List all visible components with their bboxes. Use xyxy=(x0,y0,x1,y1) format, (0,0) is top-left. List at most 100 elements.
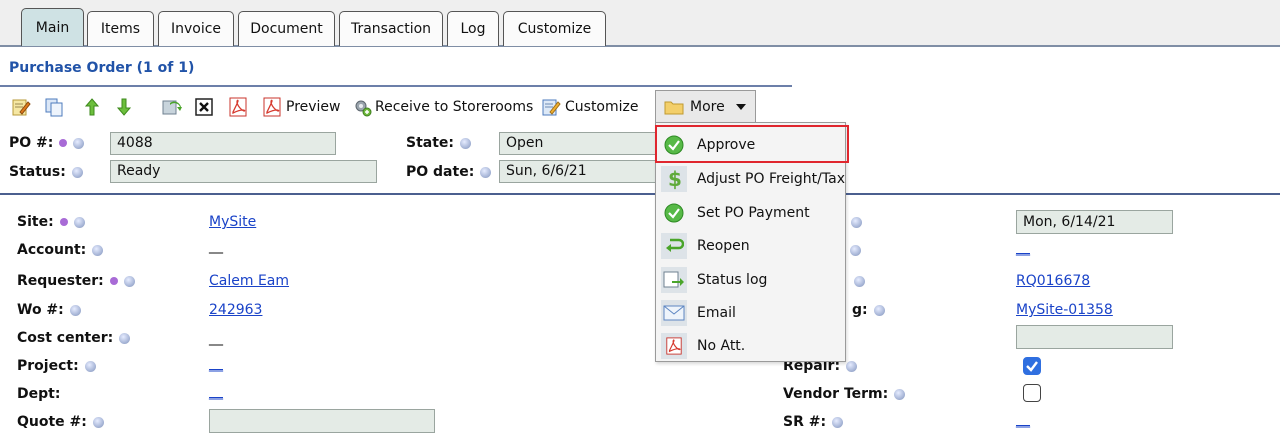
right-row4-label: g: xyxy=(852,302,885,318)
tab-log[interactable]: Log xyxy=(447,11,499,46)
tab-invoice[interactable]: Invoice xyxy=(158,11,234,46)
requester-link[interactable]: Calem Eam xyxy=(209,273,289,289)
project-label: Project: xyxy=(17,358,96,374)
help-icon[interactable] xyxy=(71,166,83,178)
po-number-field[interactable]: 4088 xyxy=(110,132,336,155)
more-dropdown-button[interactable]: More xyxy=(655,90,756,122)
state-label: State: xyxy=(406,135,472,151)
repair-checkbox[interactable] xyxy=(1023,357,1041,375)
receive-to-storerooms-button[interactable]: Receive to Storerooms xyxy=(353,94,533,120)
menu-item-label: Status log xyxy=(697,271,768,288)
date-field[interactable]: Mon, 6/14/21 xyxy=(1016,210,1173,234)
pdf-icon xyxy=(263,97,281,117)
menu-item-status-log[interactable]: Status log xyxy=(656,263,845,296)
help-icon[interactable] xyxy=(92,416,104,428)
edit-icon xyxy=(542,99,561,116)
state-field[interactable]: Open xyxy=(499,132,656,155)
customize-button[interactable]: Customize xyxy=(541,94,639,120)
menu-item-approve[interactable]: Approve xyxy=(656,128,845,161)
sr-number-label: SR #: xyxy=(783,414,844,430)
help-icon[interactable] xyxy=(92,244,104,256)
edit-button[interactable] xyxy=(11,94,31,120)
gear-icon xyxy=(355,100,372,117)
menu-item-label: Email xyxy=(697,304,736,321)
arrow-up-icon xyxy=(84,98,100,116)
help-icon[interactable] xyxy=(73,137,85,149)
preview-button[interactable]: Preview xyxy=(262,94,341,120)
pdf-button[interactable] xyxy=(228,94,248,120)
help-icon[interactable] xyxy=(873,304,885,316)
move-up-button[interactable] xyxy=(82,94,102,120)
menu-item-label: Reopen xyxy=(697,237,750,254)
customize-label: Customize xyxy=(565,99,639,115)
help-icon[interactable] xyxy=(849,244,861,256)
copy-button[interactable] xyxy=(44,94,64,120)
wo-number-link[interactable]: 242963 xyxy=(209,302,262,318)
right-row2-link[interactable]: __ xyxy=(1016,240,1030,256)
site-code-link[interactable]: MySite-01358 xyxy=(1016,302,1113,318)
help-icon[interactable] xyxy=(73,216,85,228)
help-icon[interactable] xyxy=(854,275,865,287)
tab-main[interactable]: Main xyxy=(21,8,84,46)
page-title: Purchase Order (1 of 1) xyxy=(9,60,195,76)
help-icon[interactable] xyxy=(832,416,844,428)
tab-document[interactable]: Document xyxy=(238,11,335,46)
menu-item-label: Approve xyxy=(697,136,756,153)
menu-item-email[interactable]: Email xyxy=(656,296,845,329)
pdf-icon xyxy=(661,332,687,359)
vendor-term-checkbox[interactable] xyxy=(1023,384,1041,402)
menu-item-label: No Att. xyxy=(697,337,746,354)
svg-text:$: $ xyxy=(668,168,682,190)
close-icon xyxy=(195,98,213,116)
help-icon[interactable] xyxy=(119,332,131,344)
copy-icon xyxy=(45,98,63,117)
quote-number-field[interactable] xyxy=(209,409,435,433)
po-date-label: PO date: xyxy=(406,164,492,180)
po-number-label: PO #: xyxy=(9,135,85,151)
project-link[interactable]: __ xyxy=(209,356,223,372)
help-icon[interactable] xyxy=(480,166,492,178)
folder-icon xyxy=(664,101,684,114)
site-link[interactable]: MySite xyxy=(209,214,256,230)
menu-item-reopen[interactable]: Reopen xyxy=(656,229,845,262)
tab-items[interactable]: Items xyxy=(87,11,154,46)
move-down-button[interactable] xyxy=(114,94,134,120)
requisition-link[interactable]: RQ016678 xyxy=(1016,273,1090,289)
more-label: More xyxy=(690,98,725,115)
tab-transaction[interactable]: Transaction xyxy=(339,11,443,46)
required-icon xyxy=(59,218,68,226)
refresh-icon xyxy=(162,100,182,115)
help-icon[interactable] xyxy=(460,137,472,149)
dept-label: Dept: xyxy=(17,386,61,402)
status-field[interactable]: Ready xyxy=(110,160,377,183)
help-icon[interactable] xyxy=(69,304,81,316)
po-date-field[interactable]: Sun, 6/6/21 xyxy=(499,160,656,183)
receive-label: Receive to Storerooms xyxy=(375,99,534,115)
edit-icon xyxy=(12,99,31,116)
site-label: Site: xyxy=(17,214,85,230)
menu-item-no-att[interactable]: No Att. xyxy=(656,329,845,362)
help-icon[interactable] xyxy=(123,275,135,287)
dollar-icon: $ xyxy=(661,165,687,192)
required-icon xyxy=(59,139,68,147)
menu-item-set-po-payment[interactable]: Set PO Payment xyxy=(656,196,845,229)
help-icon[interactable] xyxy=(84,360,96,372)
right-empty-field[interactable] xyxy=(1016,325,1173,349)
section-divider xyxy=(0,193,1280,195)
refresh-button[interactable] xyxy=(162,94,182,120)
quote-number-label: Quote #: xyxy=(17,414,104,430)
tab-customize[interactable]: Customize xyxy=(503,11,606,46)
arrow-down-icon xyxy=(116,98,132,116)
required-icon xyxy=(109,277,118,285)
help-icon[interactable] xyxy=(851,216,863,228)
menu-item-adjust-po-freight-tax[interactable]: $ Adjust PO Freight/Tax xyxy=(656,162,845,195)
preview-label: Preview xyxy=(286,99,341,115)
delete-button[interactable] xyxy=(194,94,214,120)
chevron-down-icon xyxy=(735,103,746,110)
status-label: Status: xyxy=(9,164,83,180)
dept-link[interactable]: __ xyxy=(209,384,223,400)
sr-number-link[interactable]: __ xyxy=(1016,412,1030,428)
help-icon[interactable] xyxy=(894,388,906,400)
check-circle-icon xyxy=(661,132,687,158)
help-icon[interactable] xyxy=(846,360,858,372)
